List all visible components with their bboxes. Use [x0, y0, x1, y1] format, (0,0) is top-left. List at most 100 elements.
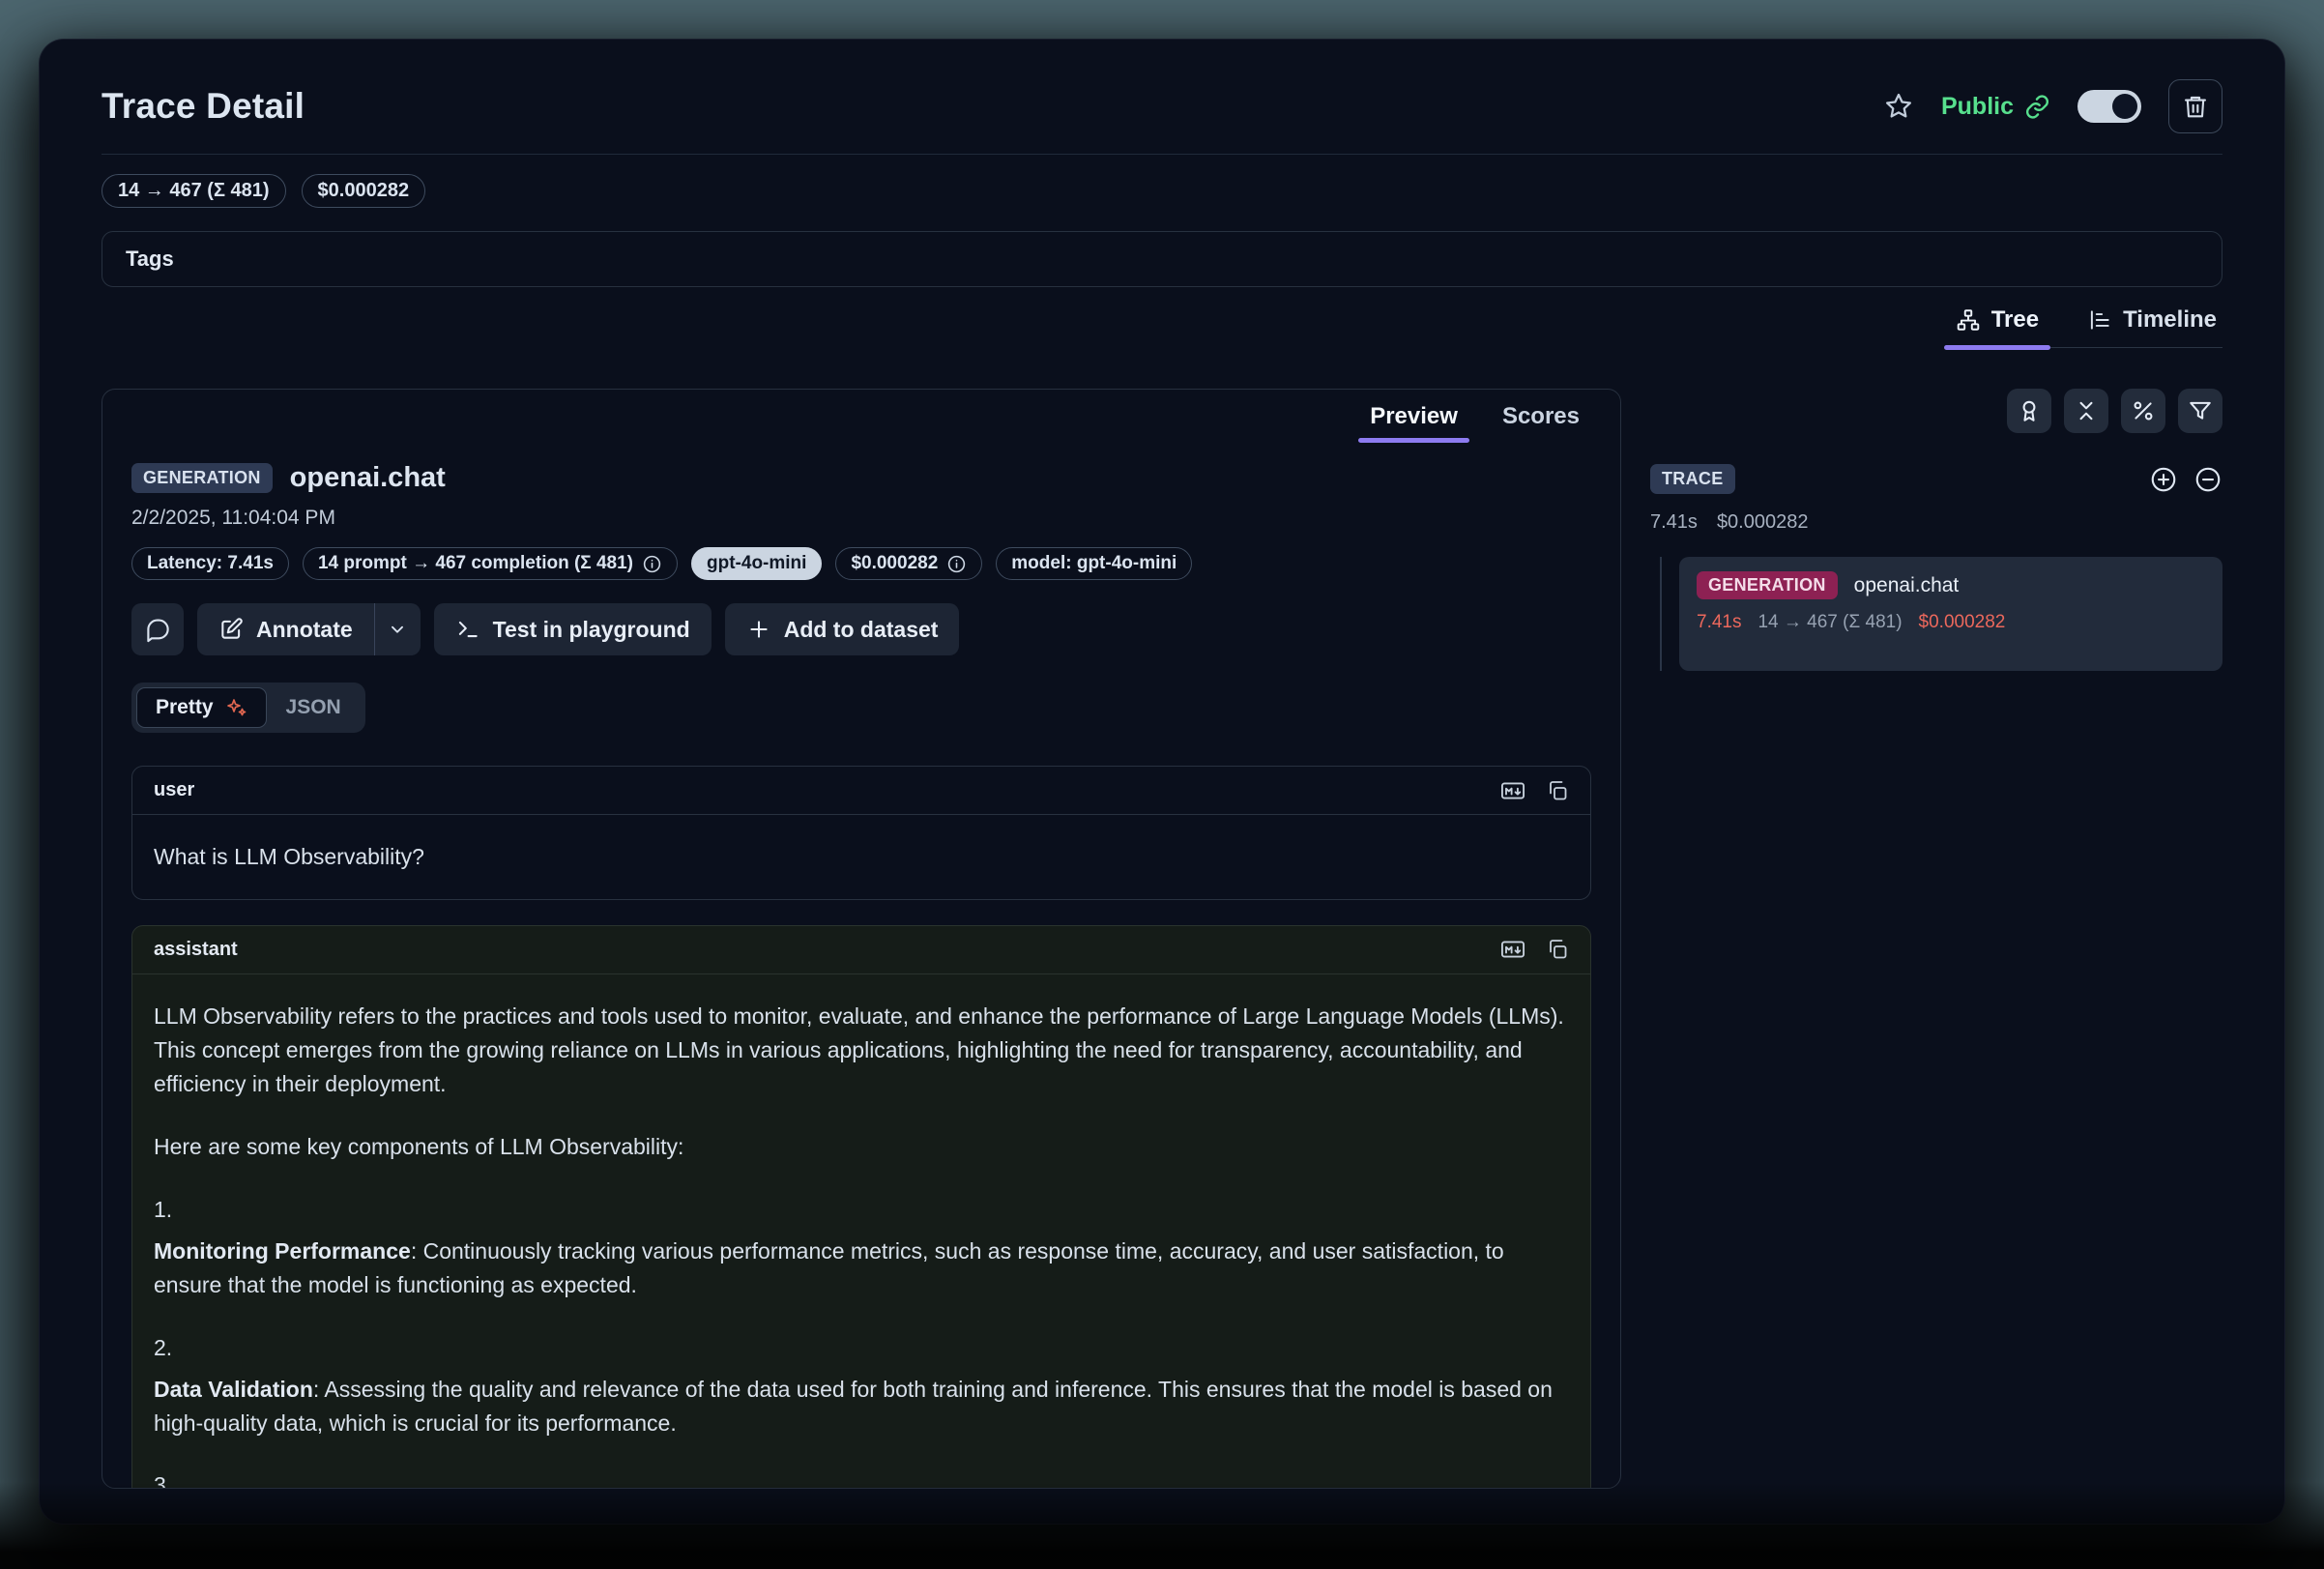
header: Trace Detail Public	[102, 74, 2222, 138]
info-icon	[946, 554, 967, 574]
node-metrics-row: 7.41s 14 → 467 (Σ 481) $0.000282	[1697, 612, 2205, 633]
generation-node[interactable]: GENERATION openai.chat 7.41s 14 → 467 (Σ…	[1679, 557, 2222, 671]
markdown-toggle-icon[interactable]	[1499, 936, 1526, 963]
format-pretty[interactable]: Pretty	[136, 687, 267, 728]
collapse-all-button[interactable]	[2064, 389, 2108, 433]
assistant-paragraphs: LLM Observability refers to the practice…	[154, 1000, 1569, 1489]
trace-latency: 7.41s	[1650, 511, 1698, 534]
format-pretty-label: Pretty	[156, 696, 214, 719]
add-to-dataset-label: Add to dataset	[784, 617, 939, 643]
annotate-button[interactable]: Annotate	[197, 603, 374, 655]
annotate-dropdown[interactable]	[374, 603, 421, 655]
tab-preview[interactable]: Preview	[1370, 403, 1458, 443]
percent-icon	[2131, 398, 2156, 423]
tree-node-wrap: GENERATION openai.chat 7.41s 14 → 467 (Σ…	[1650, 557, 2222, 671]
trace-tree-panel: TRACE 7.41s $0.000282 GEN	[1650, 389, 2222, 1489]
observation-title-row: GENERATION openai.chat	[131, 462, 1591, 494]
token-usage-label: 14 prompt → 467 completion (Σ 481)	[318, 553, 633, 574]
trace-detail-window: Trace Detail Public 14 → 467 (Σ	[39, 39, 2285, 1525]
copy-icon[interactable]	[1546, 938, 1569, 961]
panel-tabs: Preview Scores	[131, 390, 1591, 443]
metrics-toggle-button[interactable]	[2121, 389, 2165, 433]
observation-meta-badges: Latency: 7.41s 14 prompt → 467 completio…	[131, 547, 1591, 580]
cost-badge: $0.000282	[835, 547, 982, 580]
public-toggle[interactable]	[2077, 90, 2141, 123]
tab-scores[interactable]: Scores	[1502, 403, 1580, 443]
add-to-dataset-button[interactable]: Add to dataset	[725, 603, 960, 655]
view-tabs: Tree Timeline	[1950, 299, 2222, 348]
assistant-list-item: Monitoring Performance: Continuously tra…	[154, 1235, 1569, 1302]
format-toggle: Pretty JSON	[131, 683, 365, 733]
chevron-down-icon	[387, 619, 408, 640]
page-title: Trace Detail	[102, 86, 305, 127]
trace-summary-badges: 14 → 467 (Σ 481) $0.000282	[102, 174, 2222, 208]
tree-icon	[1956, 307, 1981, 333]
filter-button[interactable]	[2178, 389, 2222, 433]
delete-trace-button[interactable]	[2168, 79, 2222, 133]
node-name: openai.chat	[1854, 574, 1960, 597]
annotate-label: Annotate	[256, 617, 353, 643]
timeline-icon	[2087, 307, 2112, 333]
trace-row[interactable]: TRACE	[1650, 464, 2222, 494]
tags-input[interactable]: Tags	[102, 231, 2222, 287]
format-json-label: JSON	[286, 696, 341, 719]
award-icon	[2017, 398, 2042, 423]
node-title-row: GENERATION openai.chat	[1697, 571, 2205, 599]
public-label: Public	[1941, 93, 2014, 121]
latency-badge: Latency: 7.41s	[131, 547, 289, 580]
view-tabs-row: Tree Timeline	[102, 299, 2222, 348]
trace-cost: $0.000282	[1717, 511, 1809, 534]
main-content: Preview Scores GENERATION openai.chat 2/…	[102, 389, 2222, 1489]
trash-icon	[2182, 93, 2209, 120]
trace-badge: TRACE	[1650, 464, 1735, 494]
scores-toggle-button[interactable]	[2007, 389, 2051, 433]
observation-preview-card: Preview Scores GENERATION openai.chat 2/…	[102, 389, 1621, 1489]
filter-icon	[2188, 398, 2213, 423]
tab-tree[interactable]: Tree	[1954, 299, 2041, 347]
markdown-toggle-icon[interactable]	[1499, 777, 1526, 804]
plus-icon	[746, 617, 771, 642]
link-icon	[2024, 94, 2050, 120]
comment-button[interactable]	[131, 603, 184, 655]
message-header-icons	[1499, 936, 1569, 963]
assistant-list-item: Data Validation: Assessing the quality a…	[154, 1373, 1569, 1440]
header-actions: Public	[1883, 79, 2222, 133]
plus-circle-icon[interactable]	[2149, 465, 2178, 494]
node-latency: 7.41s	[1697, 612, 1741, 633]
assistant-paragraph: LLM Observability refers to the practice…	[154, 1000, 1569, 1101]
model-name-badge: model: gpt-4o-mini	[996, 547, 1192, 580]
io-section: user What is LLM Observability?	[131, 766, 1591, 1489]
tree-controls	[1650, 389, 2222, 433]
minus-circle-icon[interactable]	[2193, 465, 2222, 494]
assistant-role-label: assistant	[154, 939, 238, 961]
info-icon	[642, 554, 662, 574]
user-message-header: user	[132, 767, 1590, 815]
playground-button[interactable]: Test in playground	[434, 603, 712, 655]
annotate-icon	[218, 617, 244, 642]
observation-type-badge: GENERATION	[131, 463, 273, 493]
public-link[interactable]: Public	[1941, 93, 2050, 121]
star-icon[interactable]	[1883, 91, 1914, 122]
playground-label: Test in playground	[493, 617, 690, 643]
fold-vertical-icon	[2074, 398, 2099, 423]
observation-timestamp: 2/2/2025, 11:04:04 PM	[131, 507, 1591, 530]
assistant-paragraph: Here are some key components of LLM Obse…	[154, 1130, 1569, 1164]
assistant-message-header: assistant	[132, 926, 1590, 974]
actions-row: Annotate Test in playground	[131, 603, 1591, 655]
tags-label: Tags	[126, 247, 174, 272]
cost-label: $0.000282	[851, 553, 938, 574]
tab-tree-label: Tree	[1991, 306, 2039, 334]
comment-icon	[145, 617, 171, 643]
model-pill-badge: gpt-4o-mini	[691, 547, 822, 580]
sparkles-icon	[224, 696, 247, 719]
assistant-message-card: assistant LLM Observability refers to th…	[131, 925, 1591, 1489]
node-type-badge: GENERATION	[1697, 571, 1838, 599]
trace-metrics: 7.41s $0.000282	[1650, 511, 2222, 534]
token-usage-badge: 14 prompt → 467 completion (Σ 481)	[303, 547, 678, 580]
user-message-text: What is LLM Observability?	[154, 840, 1569, 874]
tree-branch-line	[1660, 557, 1662, 671]
format-json[interactable]: JSON	[267, 687, 361, 728]
tab-timeline[interactable]: Timeline	[2085, 299, 2219, 347]
copy-icon[interactable]	[1546, 779, 1569, 802]
assistant-list-number: 2.	[154, 1331, 1569, 1365]
